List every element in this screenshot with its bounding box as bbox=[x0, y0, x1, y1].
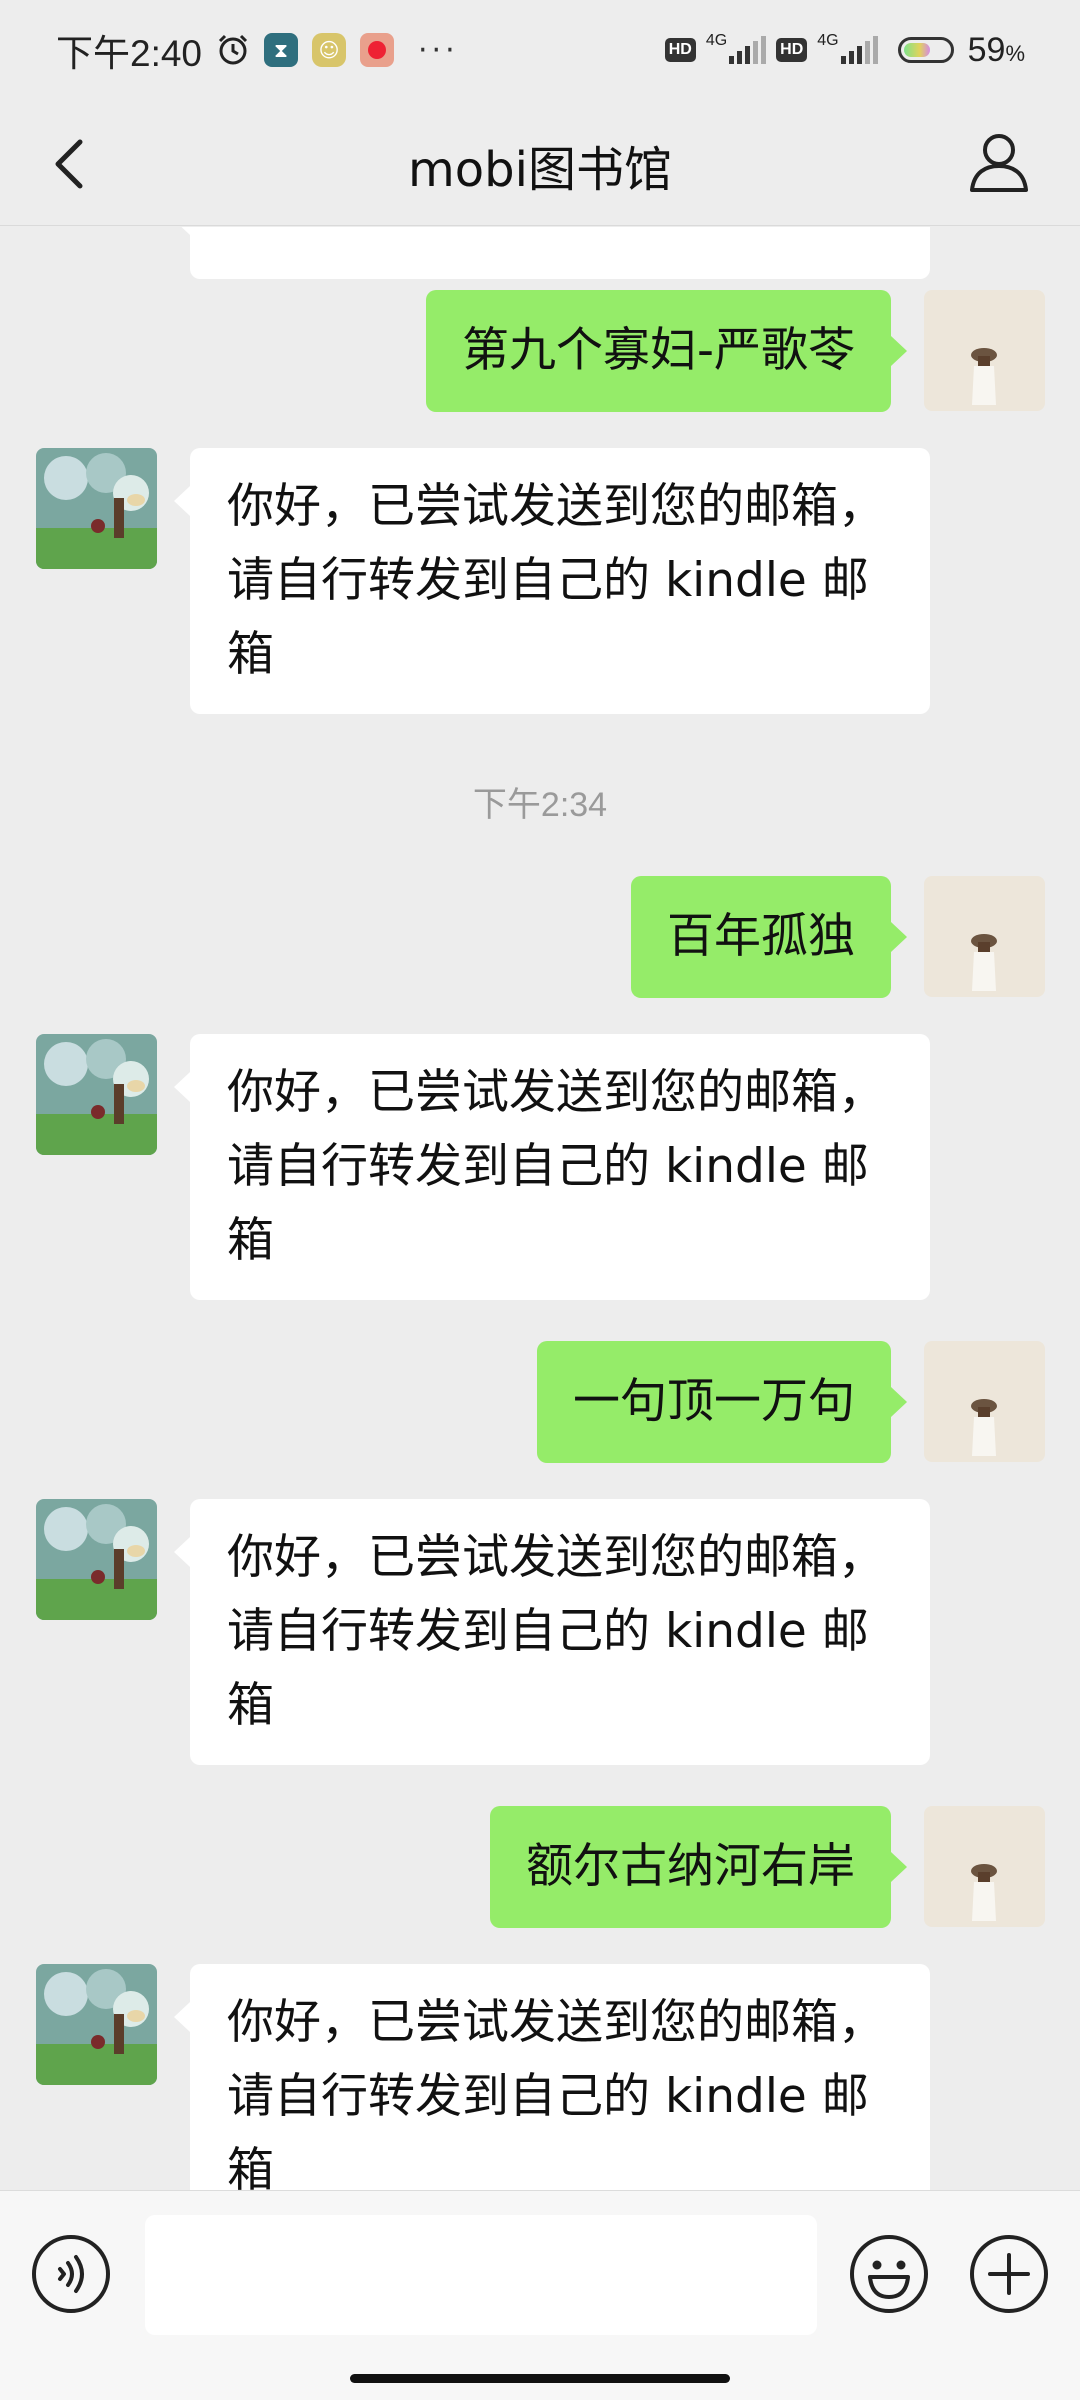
message-bubble-received[interactable]: 你好，已尝试发送到您的邮箱，请自行转发到自己的 kindle 邮箱 bbox=[174, 448, 930, 714]
voice-icon bbox=[32, 2235, 110, 2313]
contact-avatar[interactable] bbox=[36, 1499, 157, 1620]
alarm-icon bbox=[216, 33, 250, 67]
contact-avatar[interactable] bbox=[36, 448, 157, 569]
message-bubble-sent[interactable]: 额尔古纳河右岸 bbox=[490, 1806, 907, 1928]
status-right: HD 4G HD 4G 59% bbox=[664, 22, 1025, 78]
hd-badge: HD bbox=[664, 38, 696, 62]
user-avatar[interactable] bbox=[924, 876, 1045, 997]
status-time: 下午2:40 bbox=[56, 33, 203, 74]
message-input[interactable] bbox=[145, 2215, 817, 2335]
emoji-button[interactable] bbox=[848, 2233, 930, 2315]
chat-title: mobi图书馆 bbox=[408, 142, 672, 198]
message-bubble-sent[interactable]: 一句顶一万句 bbox=[537, 1341, 907, 1463]
message-bubble-sent[interactable]: 百年孤独 bbox=[631, 876, 907, 998]
user-avatar[interactable] bbox=[924, 1806, 1045, 1927]
battery-fill bbox=[903, 43, 930, 57]
emoji-icon bbox=[850, 2235, 928, 2313]
contact-avatar[interactable] bbox=[36, 1034, 157, 1155]
message-bubble-sent[interactable]: 第九个寡妇-严歌苓 bbox=[426, 290, 907, 412]
input-bar bbox=[0, 2190, 1080, 2400]
chat-info-button[interactable] bbox=[964, 126, 1034, 196]
person-icon bbox=[970, 134, 1028, 192]
hd-badge-2: HD bbox=[776, 38, 808, 62]
hourglass-app-icon: ⧗ bbox=[264, 33, 299, 67]
message-bubble-received-partial[interactable] bbox=[174, 227, 930, 279]
status-left: 下午2:40 ⧗ ☺ ··· bbox=[56, 22, 459, 78]
battery-percent: 59% bbox=[967, 30, 1025, 69]
red-app-icon bbox=[360, 33, 395, 67]
more-actions-button[interactable] bbox=[968, 2233, 1050, 2315]
signal-icon-2 bbox=[840, 36, 878, 64]
message-bubble-received[interactable]: 你好，已尝试发送到您的邮箱，请自行转发到自己的 kindle 邮箱 bbox=[174, 1034, 930, 1300]
voice-button[interactable] bbox=[30, 2233, 112, 2315]
message-bubble-received[interactable]: 你好，已尝试发送到您的邮箱，请自行转发到自己的 kindle 邮箱 bbox=[174, 1964, 930, 2190]
plus-icon bbox=[970, 2235, 1048, 2313]
message-timestamp: 下午2:34 bbox=[472, 786, 608, 824]
network-label-2: 4G bbox=[817, 32, 839, 49]
chat-header: mobi图书馆 bbox=[0, 100, 1080, 226]
status-bar: 下午2:40 ⧗ ☺ ··· HD 4G HD 4G 59% bbox=[0, 0, 1080, 100]
message-bubble-received[interactable]: 你好，已尝试发送到您的邮箱，请自行转发到自己的 kindle 邮箱 bbox=[174, 1499, 930, 1765]
emoji-app-icon: ☺ bbox=[312, 33, 347, 67]
user-avatar[interactable] bbox=[924, 290, 1045, 411]
message-list[interactable]: 第九个寡妇-严歌苓 你好，已尝试发送到您的邮箱，请自行转发到自己的 kindle… bbox=[0, 227, 1080, 2190]
user-avatar[interactable] bbox=[924, 1341, 1045, 1462]
contact-avatar[interactable] bbox=[36, 1964, 157, 2085]
signal-icon bbox=[729, 36, 767, 64]
home-indicator[interactable] bbox=[350, 2374, 730, 2383]
network-label: 4G bbox=[705, 32, 728, 49]
more-notifications-icon: ··· bbox=[418, 32, 459, 68]
battery-icon bbox=[897, 37, 954, 63]
